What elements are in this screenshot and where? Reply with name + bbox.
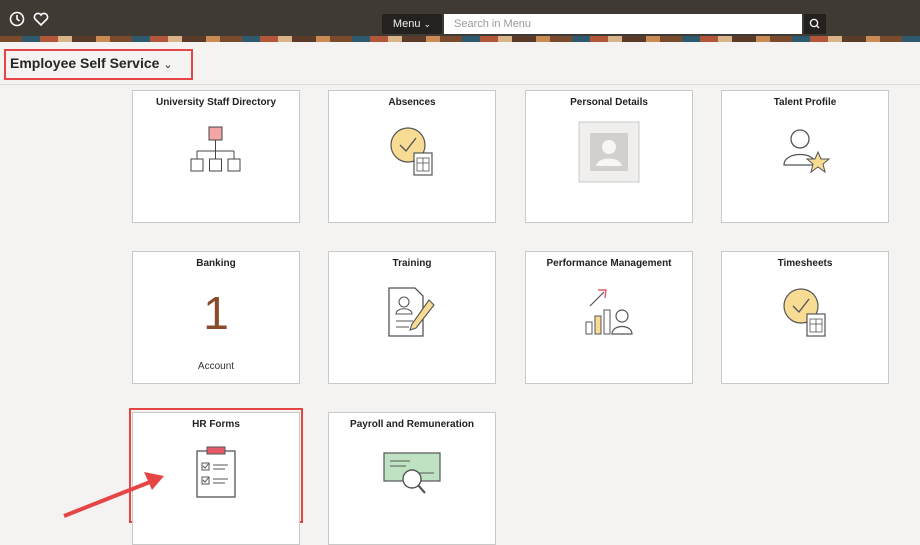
tile-talent-profile[interactable]: Talent Profile [721,90,889,223]
tile-university-staff-directory[interactable]: University Staff Directory [132,90,300,223]
search-placeholder: Search in Menu [454,18,532,30]
tile-absences[interactable]: Absences [328,90,496,223]
chevron-down-icon: ⌄ [163,59,173,71]
account-label: Account [197,361,235,372]
tile-title: Timesheets [777,258,833,269]
search-button[interactable] [804,14,826,34]
menu-dropdown-button[interactable]: Menu ⌄ [382,14,442,34]
page-title-dropdown[interactable]: Employee Self Service ⌄ [10,55,173,71]
tile-title: HR Forms [192,419,240,430]
search-input[interactable]: Search in Menu [444,14,802,34]
header-pattern [0,36,920,42]
person-star-icon [783,129,831,174]
history-icon[interactable] [8,10,26,28]
clock-document-icon [783,288,826,337]
page-title: Employee Self Service [10,55,160,71]
tile-banking[interactable]: Banking 1 Account [132,251,300,384]
tile-performance-management[interactable]: Performance Management [525,251,693,384]
annotation-arrow-icon [63,472,164,518]
check-magnifier-icon [383,452,441,494]
tile-title: Absences [388,97,436,108]
form-pencil-icon [388,287,435,337]
tile-title: University Staff Directory [155,97,277,108]
favorites-heart-icon[interactable] [32,10,50,28]
account-count: 1 [203,287,229,339]
tile-title: Training [392,258,432,269]
tile-timesheets[interactable]: Timesheets [721,251,889,384]
tile-title: Personal Details [570,97,648,108]
person-photo-icon [578,121,640,183]
top-header: Menu ⌄ Search in Menu [0,0,920,42]
clock-document-icon [390,127,433,176]
tile-title: Payroll and Remuneration [350,419,474,430]
tile-training[interactable]: Training [328,251,496,384]
search-icon [809,18,820,29]
tile-title: Performance Management [546,258,672,269]
org-chart-icon [190,126,241,172]
tile-payroll-and-remuneration[interactable]: Payroll and Remuneration [328,412,496,545]
menu-label: Menu [392,18,421,30]
chart-person-icon [585,289,633,335]
tile-title: Talent Profile [773,97,837,108]
tile-personal-details[interactable]: Personal Details [525,90,693,223]
tile-title: Banking [196,258,236,269]
divider [0,84,920,85]
chevron-down-icon: ⌄ [423,19,432,29]
clipboard-checklist-icon [196,446,236,498]
